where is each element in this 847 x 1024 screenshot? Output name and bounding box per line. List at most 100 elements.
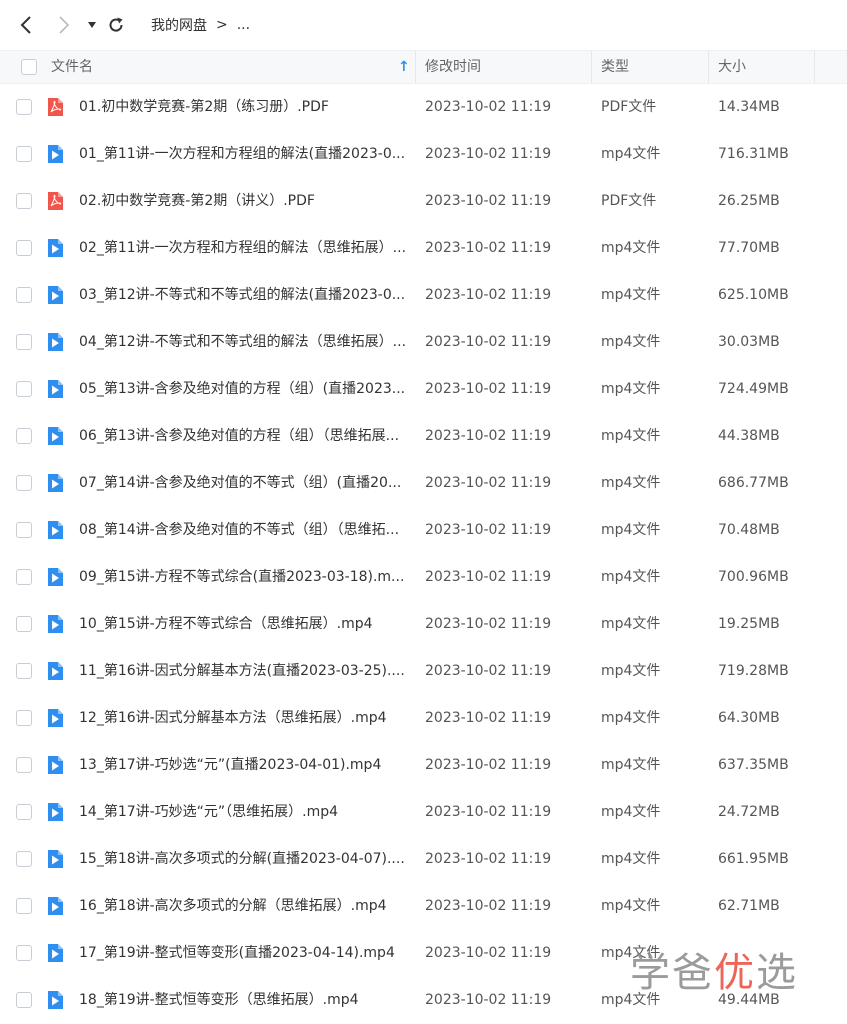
file-name[interactable]: 09_第15讲-方程不等式综合(直播2023-03-18).m... — [79, 554, 409, 601]
file-modified: 2023-10-02 11:19 — [425, 240, 552, 256]
file-row[interactable]: 01.初中数学竞赛-第2期（练习册）.PDF 2023-10-02 11:19 PD… — [0, 84, 847, 131]
row-checkbox[interactable] — [16, 945, 32, 961]
video-file-icon — [46, 426, 64, 446]
file-size: 19.25MB — [718, 616, 780, 632]
file-row[interactable]: 02.初中数学竞赛-第2期（讲义）.PDF 2023-10-02 11:19 PDF… — [0, 178, 847, 225]
row-checkbox[interactable] — [16, 428, 32, 444]
file-row[interactable]: 13_第17讲-巧妙选“元”(直播2023-04-01).mp4 2023-10-… — [0, 742, 847, 789]
file-modified: 2023-10-02 11:19 — [425, 663, 552, 679]
file-name[interactable]: 12_第16讲-因式分解基本方法（思维拓展）.mp4 — [79, 695, 409, 742]
row-checkbox[interactable] — [16, 334, 32, 350]
breadcrumb-root[interactable]: 我的网盘 — [151, 15, 207, 35]
column-header-modified[interactable]: 修改时间 — [425, 51, 481, 83]
row-checkbox[interactable] — [16, 898, 32, 914]
file-row[interactable]: 02_第11讲-一次方程和方程组的解法（思维拓展）... 2023-10-02 1… — [0, 225, 847, 272]
file-row[interactable]: 11_第16讲-因式分解基本方法(直播2023-03-25).... 2023-1… — [0, 648, 847, 695]
column-divider[interactable] — [814, 51, 815, 83]
file-row[interactable]: 01_第11讲-一次方程和方程组的解法(直播2023-0... 2023-10-0… — [0, 131, 847, 178]
row-checkbox[interactable] — [16, 99, 32, 115]
column-divider[interactable] — [708, 51, 709, 83]
file-row[interactable]: 07_第14讲-含参及绝对值的不等式（组）(直播20... 2023-10-02 … — [0, 460, 847, 507]
file-size: 44.38MB — [718, 428, 780, 444]
file-row[interactable]: 10_第15讲-方程不等式综合（思维拓展）.mp4 2023-10-02 11:1… — [0, 601, 847, 648]
file-row[interactable]: 06_第13讲-含参及绝对值的方程（组）（思维拓展... 2023-10-02 1… — [0, 413, 847, 460]
file-name[interactable]: 01_第11讲-一次方程和方程组的解法(直播2023-0... — [79, 131, 409, 178]
file-size: 700.96MB — [718, 569, 789, 585]
video-file-icon — [46, 332, 64, 352]
file-row[interactable]: 03_第12讲-不等式和不等式组的解法(直播2023-0... 2023-10-0… — [0, 272, 847, 319]
back-arrow-icon[interactable] — [14, 13, 38, 37]
file-name[interactable]: 08_第14讲-含参及绝对值的不等式（组）（思维拓... — [79, 507, 409, 554]
video-file-icon — [46, 661, 64, 681]
column-divider[interactable] — [415, 51, 416, 83]
file-row[interactable]: 12_第16讲-因式分解基本方法（思维拓展）.mp4 2023-10-02 11:… — [0, 695, 847, 742]
row-checkbox[interactable] — [16, 569, 32, 585]
row-checkbox[interactable] — [16, 522, 32, 538]
file-row[interactable]: 14_第17讲-巧妙选“元”（思维拓展）.mp4 2023-10-02 11:19… — [0, 789, 847, 836]
row-checkbox[interactable] — [16, 287, 32, 303]
row-checkbox[interactable] — [16, 616, 32, 632]
row-checkbox[interactable] — [16, 710, 32, 726]
select-all-checkbox[interactable] — [21, 59, 37, 75]
row-checkbox[interactable] — [16, 851, 32, 867]
file-modified: 2023-10-02 11:19 — [425, 757, 552, 773]
file-row[interactable]: 09_第15讲-方程不等式综合(直播2023-03-18).m... 2023-1… — [0, 554, 847, 601]
file-name[interactable]: 04_第12讲-不等式和不等式组的解法（思维拓展）... — [79, 319, 409, 366]
breadcrumb-more[interactable]: ... — [237, 17, 250, 33]
row-checkbox[interactable] — [16, 475, 32, 491]
video-file-icon — [46, 285, 64, 305]
row-checkbox[interactable] — [16, 193, 32, 209]
file-type: mp4文件 — [601, 710, 661, 726]
file-name[interactable]: 07_第14讲-含参及绝对值的不等式（组）(直播20... — [79, 460, 409, 507]
row-checkbox[interactable] — [16, 757, 32, 773]
breadcrumb-separator: > — [216, 17, 228, 33]
file-modified: 2023-10-02 11:19 — [425, 898, 552, 914]
file-name[interactable]: 15_第18讲-高次多项式的分解(直播2023-04-07).... — [79, 836, 409, 883]
file-row[interactable]: 04_第12讲-不等式和不等式组的解法（思维拓展）... 2023-10-02 1… — [0, 319, 847, 366]
file-modified: 2023-10-02 11:19 — [425, 616, 552, 632]
file-size: 24.72MB — [718, 804, 780, 820]
video-file-icon — [46, 708, 64, 728]
refresh-icon[interactable] — [104, 13, 128, 37]
file-name[interactable]: 03_第12讲-不等式和不等式组的解法(直播2023-0... — [79, 272, 409, 319]
file-size: 637.35MB — [718, 757, 789, 773]
file-modified: 2023-10-02 11:19 — [425, 99, 552, 115]
file-modified: 2023-10-02 11:19 — [425, 381, 552, 397]
column-header-size[interactable]: 大小 — [718, 51, 746, 83]
row-checkbox[interactable] — [16, 804, 32, 820]
column-header-name[interactable]: 文件名 — [51, 51, 93, 83]
file-name[interactable]: 17_第19讲-整式恒等变形(直播2023-04-14).mp4 — [79, 930, 409, 977]
file-name[interactable]: 14_第17讲-巧妙选“元”（思维拓展）.mp4 — [79, 789, 409, 836]
sort-ascending-icon[interactable]: ↑ — [398, 51, 410, 83]
row-checkbox[interactable] — [16, 146, 32, 162]
file-type: mp4文件 — [601, 898, 661, 914]
row-checkbox[interactable] — [16, 240, 32, 256]
file-size: 719.28MB — [718, 663, 789, 679]
file-name[interactable]: 18_第19讲-整式恒等变形（思维拓展）.mp4 — [79, 977, 409, 1024]
forward-arrow-icon[interactable] — [52, 13, 76, 37]
file-name[interactable]: 11_第16讲-因式分解基本方法(直播2023-03-25).... — [79, 648, 409, 695]
column-divider[interactable] — [591, 51, 592, 83]
file-row[interactable]: 16_第18讲-高次多项式的分解（思维拓展）.mp4 2023-10-02 11:… — [0, 883, 847, 930]
file-name[interactable]: 05_第13讲-含参及绝对值的方程（组）(直播2023... — [79, 366, 409, 413]
file-row[interactable]: 15_第18讲-高次多项式的分解(直播2023-04-07).... 2023-1… — [0, 836, 847, 883]
file-name[interactable]: 02_第11讲-一次方程和方程组的解法（思维拓展）... — [79, 225, 409, 272]
file-type: mp4文件 — [601, 334, 661, 350]
row-checkbox[interactable] — [16, 381, 32, 397]
file-name[interactable]: 01.初中数学竞赛-第2期（练习册）.PDF — [79, 84, 409, 131]
file-row[interactable]: 08_第14讲-含参及绝对值的不等式（组）（思维拓... 2023-10-02 1… — [0, 507, 847, 554]
file-name[interactable]: 02.初中数学竞赛-第2期（讲义）.PDF — [79, 178, 409, 225]
file-name[interactable]: 13_第17讲-巧妙选“元”(直播2023-04-01).mp4 — [79, 742, 409, 789]
history-dropdown-icon[interactable] — [80, 13, 104, 37]
file-name[interactable]: 10_第15讲-方程不等式综合（思维拓展）.mp4 — [79, 601, 409, 648]
column-header-type[interactable]: 类型 — [601, 51, 629, 83]
watermark-text-2: 优 — [714, 950, 756, 996]
row-checkbox[interactable] — [16, 663, 32, 679]
file-size: 724.49MB — [718, 381, 789, 397]
file-type: mp4文件 — [601, 240, 661, 256]
file-name[interactable]: 16_第18讲-高次多项式的分解（思维拓展）.mp4 — [79, 883, 409, 930]
row-checkbox[interactable] — [16, 992, 32, 1008]
file-row[interactable]: 05_第13讲-含参及绝对值的方程（组）(直播2023... 2023-10-02… — [0, 366, 847, 413]
file-size: 716.31MB — [718, 146, 789, 162]
file-name[interactable]: 06_第13讲-含参及绝对值的方程（组）（思维拓展... — [79, 413, 409, 460]
